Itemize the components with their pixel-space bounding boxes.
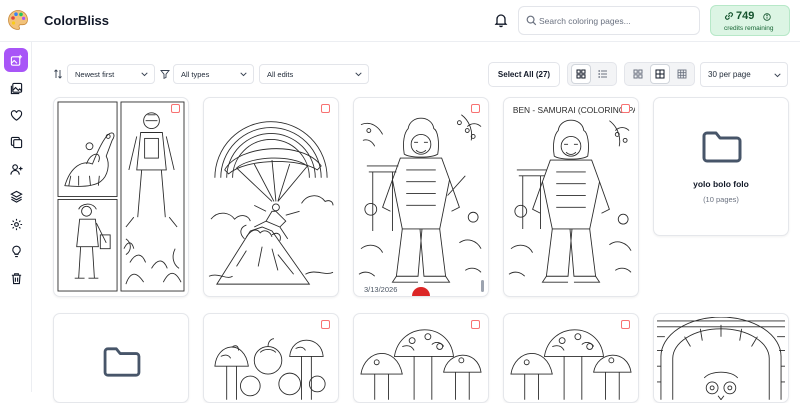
folder-icon [103,347,141,377]
coloring-page-card[interactable] [203,313,339,403]
palette-logo-icon[interactable] [7,9,29,31]
select-checkbox[interactable] [621,104,630,113]
coloring-page-thumbnail[interactable] [57,101,185,292]
folder-page-count: (10 pages) [703,195,739,204]
sidebar-item-favorites[interactable] [4,103,28,127]
density-medium-button[interactable] [651,65,669,83]
grid-4-icon [677,69,687,79]
sort-icon[interactable] [53,69,63,79]
coloring-page-thumbnail[interactable] [357,317,485,400]
select-checkbox[interactable] [621,320,630,329]
grid-2-icon [633,69,643,79]
folder-name: yolo bolo folo [693,179,749,189]
folder-card[interactable] [53,313,189,403]
link-icon [725,12,733,20]
select-checkbox[interactable] [321,320,330,329]
sidebar [0,42,32,392]
select-checkbox[interactable] [171,104,180,113]
edit-filter-value: All edits [267,70,294,79]
coloring-page-thumbnail[interactable]: BEN - SAMURAI (COLORING PAGE) [507,101,635,292]
density-small-button[interactable] [673,65,691,83]
lightbulb-icon [11,245,21,257]
grid-icon [576,69,586,79]
grid-3-icon [655,69,665,79]
coloring-page-card[interactable]: BEN - SAMURAI (COLORING PAGE) [503,97,639,297]
sidebar-item-settings[interactable] [4,212,28,236]
coloring-page-card[interactable] [653,313,789,403]
grid-view-button[interactable] [572,65,590,83]
search-icon [526,15,537,26]
view-mode-toggle [567,62,617,86]
chevron-down-icon [774,73,781,78]
sidebar-item-create[interactable] [4,48,28,72]
type-filter-value: All types [181,70,210,79]
printed-title: BEN - SAMURAI (COLORING PAGE) [513,105,635,115]
coloring-page-card[interactable] [203,97,339,297]
select-checkbox[interactable] [471,104,480,113]
sidebar-item-ideas[interactable] [4,239,28,263]
coloring-page-card[interactable]: 3/13/2026 [353,97,489,297]
trash-icon [11,272,21,284]
grid-density-toggle [624,62,695,86]
search-input[interactable] [539,10,695,31]
sidebar-item-layers[interactable] [4,184,28,208]
type-filter-dropdown[interactable]: All types [173,64,254,84]
folder-card[interactable]: yolo bolo folo (10 pages) [653,97,789,236]
sidebar-item-trash[interactable] [4,266,28,290]
scrollbar[interactable] [481,280,484,292]
user-plus-icon [9,163,23,175]
sort-value: Newest first [75,70,115,79]
chevron-down-icon [355,72,362,77]
coloring-page-thumbnail[interactable] [207,317,335,400]
select-checkbox[interactable] [321,104,330,113]
credits-badge[interactable]: 749 credits remaining [710,5,790,36]
sidebar-item-collections[interactable] [4,130,28,154]
select-all-button[interactable]: Select All (27) [488,62,560,87]
info-icon[interactable] [763,13,771,21]
bell-icon[interactable] [493,12,509,28]
sidebar-item-invite[interactable] [4,157,28,181]
filter-icon[interactable] [160,69,170,79]
coloring-page-card[interactable] [353,313,489,403]
chevron-down-icon [141,72,148,77]
folder-icon [702,131,742,163]
gear-icon [10,218,22,230]
heart-icon [10,109,22,121]
edit-filter-dropdown[interactable]: All edits [259,64,369,84]
copy-icon [10,136,22,148]
credits-label: credits remaining [724,25,774,32]
per-page-value: 30 per page [708,70,751,79]
top-bar: ColorBliss 749 credits remaining [0,0,800,42]
layers-icon [9,190,23,203]
search-box[interactable] [518,6,700,35]
app-name[interactable]: ColorBliss [44,13,109,28]
coloring-page-thumbnail[interactable] [207,101,335,292]
density-large-button[interactable] [629,65,647,83]
list-view-button[interactable] [594,65,612,83]
per-page-dropdown[interactable]: 30 per page [700,62,788,87]
list-icon [598,70,607,78]
select-checkbox[interactable] [471,320,480,329]
coloring-page-thumbnail[interactable] [657,317,785,400]
credits-count: 749 [736,10,755,22]
images-icon [10,82,22,94]
coloring-page-card[interactable] [53,97,189,297]
filter-toolbar: Newest first All types All edits Select … [32,60,800,90]
coloring-page-thumbnail[interactable] [507,317,635,400]
sort-dropdown[interactable]: Newest first [67,64,155,84]
coloring-page-card[interactable] [503,313,639,403]
created-date: 3/13/2026 [364,285,398,294]
image-plus-icon [10,54,22,66]
coloring-page-thumbnail[interactable] [357,101,485,292]
sidebar-item-gallery[interactable] [4,76,28,100]
chevron-down-icon [240,72,247,77]
